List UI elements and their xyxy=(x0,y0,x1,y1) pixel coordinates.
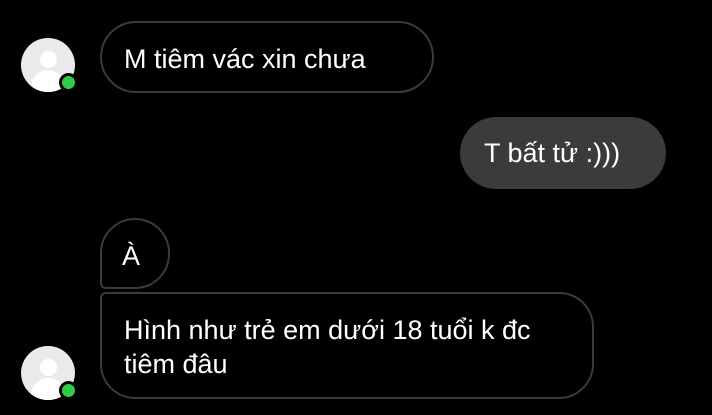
avatar-person-head-icon xyxy=(40,359,57,376)
incoming-message-bubble[interactable]: M tiêm vác xin chưa xyxy=(100,21,434,93)
message-text: À xyxy=(122,241,141,271)
message-text: T bất tử :))) xyxy=(484,138,621,168)
contact-avatar-1-wrapper[interactable] xyxy=(21,38,78,92)
message-text: M tiêm vác xin chưa xyxy=(124,44,366,74)
online-status-icon xyxy=(59,73,78,92)
contact-avatar-2-wrapper[interactable] xyxy=(21,346,78,400)
online-status-icon xyxy=(59,381,78,400)
avatar-person-head-icon xyxy=(40,51,57,68)
incoming-message-bubble[interactable]: Hình như trẻ em dưới 18 tuổi k đc tiêm đ… xyxy=(100,292,594,399)
message-text: Hình như trẻ em dưới 18 tuổi k đc tiêm đ… xyxy=(124,315,531,379)
outgoing-message-bubble[interactable]: T bất tử :))) xyxy=(460,117,666,189)
incoming-message-bubble[interactable]: À xyxy=(100,218,170,289)
